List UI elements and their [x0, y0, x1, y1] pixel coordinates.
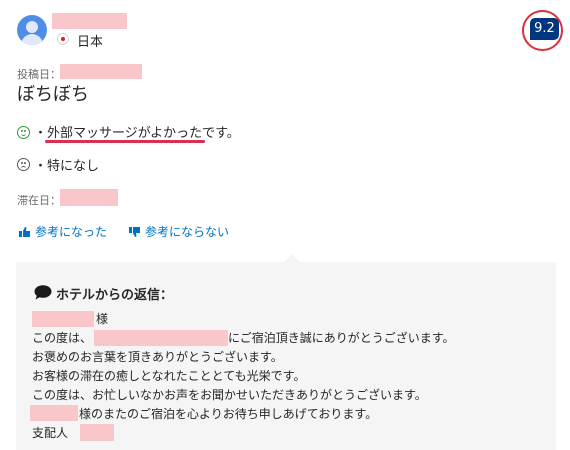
manager-name-redacted	[80, 424, 114, 441]
helpful-no-label: 参考にならない	[145, 225, 230, 239]
thumbs-down-icon	[129, 226, 140, 237]
helpful-yes-label: 参考になった	[35, 225, 108, 239]
reply-caret	[284, 254, 300, 262]
reply-heading: ホテルからの返信：	[56, 288, 174, 303]
speech-bubble-icon	[34, 285, 52, 300]
guest-name-redacted	[32, 311, 94, 327]
reviewer-name-redacted	[52, 13, 127, 29]
negative-prefix: ・	[34, 159, 48, 174]
reply-line5-suffix: 様のまたのご宿泊を心よりお待ち申しあげております。	[79, 407, 378, 421]
positive-comment: ・外部マッサージがよかったです。	[34, 122, 240, 141]
thumbs-up-icon	[19, 226, 30, 237]
hotel-name-redacted	[94, 330, 228, 346]
user-avatar-icon	[17, 15, 47, 45]
helpful-yes-button[interactable]: 参考になった	[19, 223, 107, 240]
reply-line1-suffix: にご宿泊頂き誠にありがとうございます。	[228, 331, 455, 345]
helpful-no-button[interactable]: 参考にならない	[129, 223, 229, 240]
positive-highlight: 外部マッサージがよかった	[47, 126, 203, 141]
frown-icon	[17, 158, 30, 171]
stay-date-label: 滞在日：	[17, 194, 61, 207]
stay-date-redacted	[60, 189, 118, 206]
reply-salutation-suffix: 様	[96, 312, 109, 326]
reviewer-country: 日本	[77, 35, 104, 50]
reply-signature: 支配人	[32, 426, 69, 440]
guest-name-redacted-2	[30, 405, 78, 421]
reply-line2: お褒めのお言葉を頂きありがとうございます。	[32, 350, 283, 364]
positive-prefix: ・	[34, 126, 48, 141]
review-title: ぼちぼち	[17, 84, 89, 105]
smile-icon	[17, 126, 30, 139]
positive-suffix: です。	[202, 126, 240, 141]
negative-comment: ・特になし	[34, 155, 99, 174]
japan-flag-icon	[57, 33, 69, 45]
reply-line4: この度は、お忙しいなかお声をお聞かせいただきありがとうございます。	[32, 388, 427, 402]
reply-line1-prefix: この度は、	[32, 331, 93, 345]
review-score-badge: 9.2	[530, 18, 559, 40]
highlight-underline	[45, 140, 205, 143]
negative-text: 特になし	[47, 159, 100, 174]
reply-line3: お客様の滞在の癒しとなれたこととても光栄です。	[32, 369, 306, 383]
posted-date-redacted	[60, 64, 142, 79]
